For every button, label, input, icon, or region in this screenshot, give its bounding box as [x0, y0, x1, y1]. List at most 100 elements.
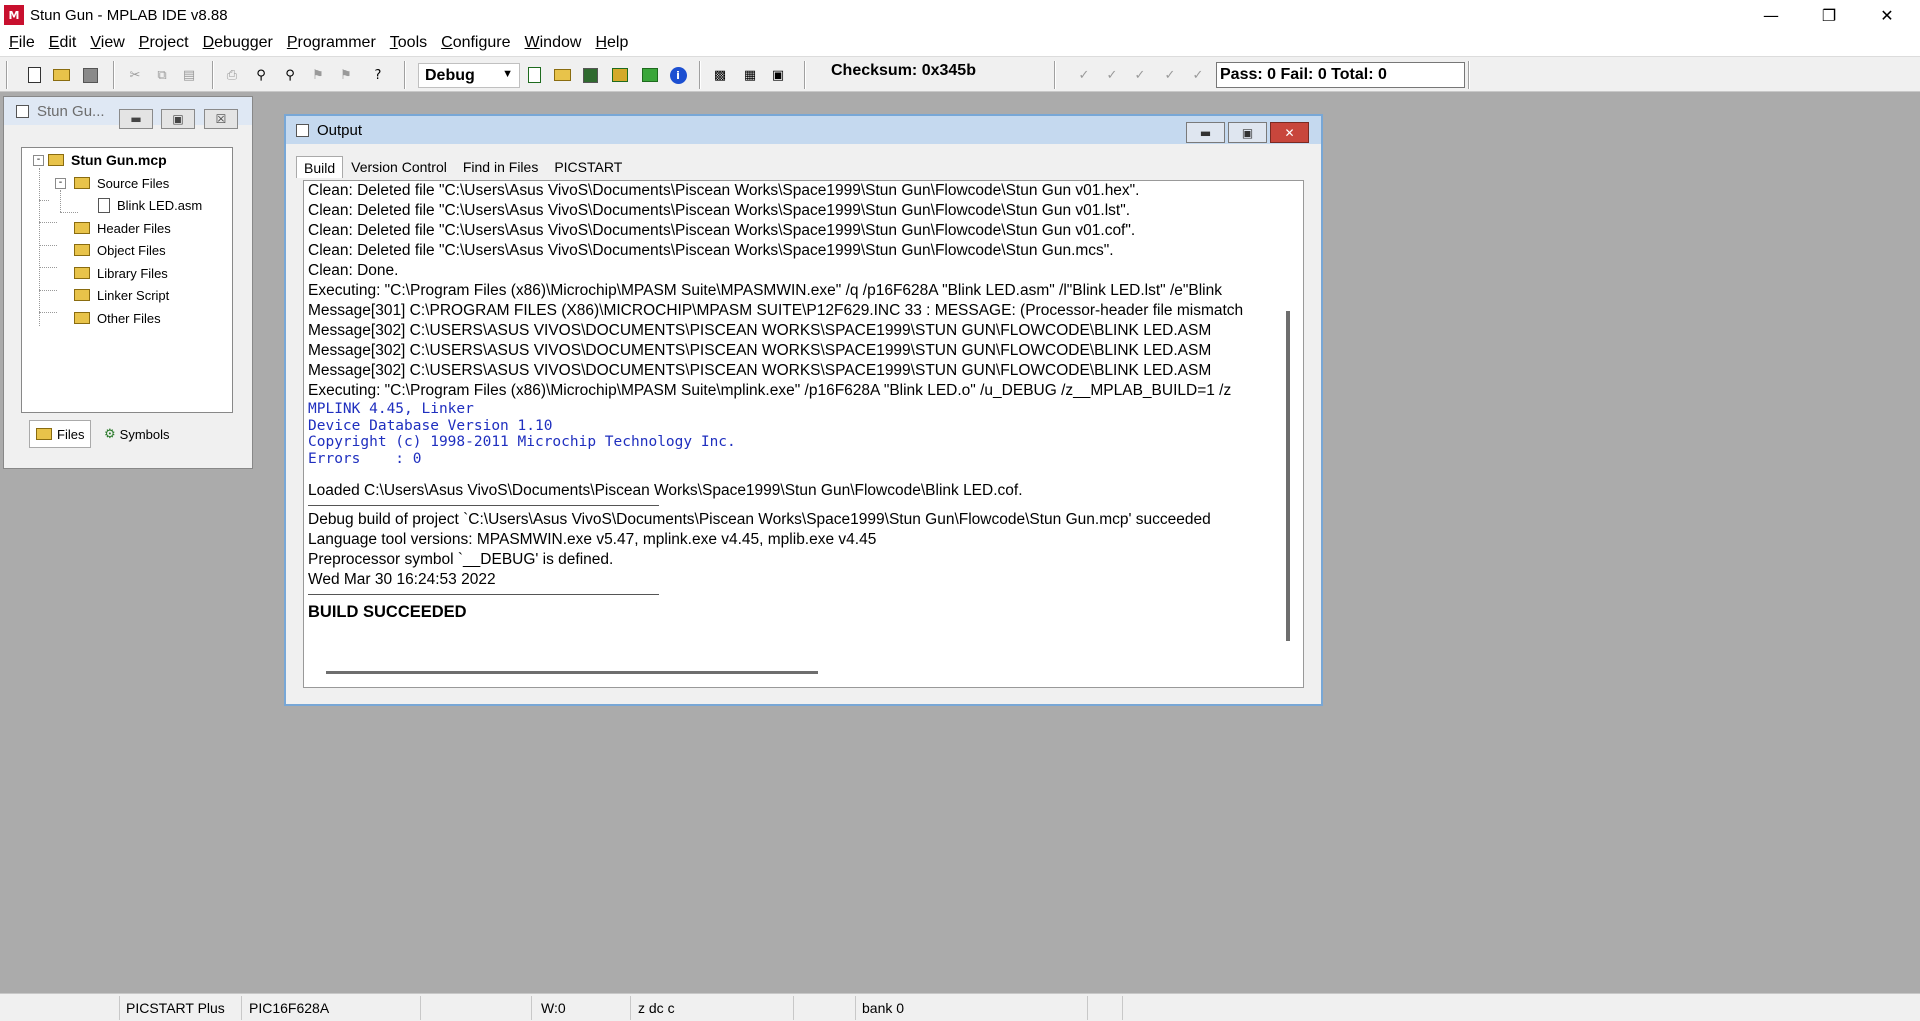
read-device-icon[interactable]: ✓ — [1102, 65, 1122, 85]
build-output-pane[interactable]: Clean: Deleted file "C:\Users\Asus VivoS… — [303, 180, 1304, 688]
info-icon[interactable]: i — [668, 65, 688, 85]
copy-icon[interactable]: ⧉ — [152, 65, 172, 85]
output-maximize-button[interactable]: ▣ — [1228, 122, 1267, 143]
tree-label: Header Files — [97, 220, 171, 236]
open-folder-icon[interactable] — [51, 65, 71, 85]
tree-label: Stun Gun.mcp — [71, 152, 167, 168]
find-icon[interactable]: ⚲ — [251, 65, 271, 85]
tree-linker-script[interactable]: Linker Script — [74, 285, 169, 305]
tab-version-control[interactable]: Version Control — [343, 156, 455, 178]
tab-files[interactable]: Files — [29, 420, 92, 448]
bookmark-next-icon[interactable]: ⚑ — [336, 65, 356, 85]
menu-edit[interactable]: Edit — [42, 34, 84, 52]
restore-icon[interactable]: ❐ — [1800, 0, 1858, 30]
output-line: Language tool versions: MPASMWIN.exe v5.… — [308, 531, 877, 548]
build-config-value: Debug — [425, 66, 475, 84]
project-close-button[interactable]: ☒ — [204, 109, 238, 129]
tree-label: Linker Script — [97, 287, 170, 303]
menu-tools[interactable]: Tools — [383, 34, 434, 52]
menu-debugger[interactable]: Debugger — [196, 34, 280, 52]
tree-guide-line — [60, 190, 61, 212]
tab-symbols[interactable]: ⚙ Symbols — [98, 420, 176, 448]
close-icon[interactable]: ✕ — [1858, 0, 1916, 30]
save-icon[interactable] — [80, 65, 100, 85]
build-output-text: Clean: Deleted file "C:\Users\Asus VivoS… — [308, 181, 1284, 673]
bookmark-icon[interactable]: ⚑ — [308, 65, 328, 85]
tree-guide-line — [39, 245, 57, 246]
rebuild-icon[interactable] — [640, 65, 660, 85]
status-programmer: PICSTART Plus — [126, 1000, 225, 1016]
output-close-button[interactable]: ✕ — [1270, 122, 1309, 143]
paste-icon[interactable]: ▤ — [179, 65, 199, 85]
erase-device-icon[interactable]: ✓ — [1188, 65, 1208, 85]
cut-icon[interactable]: ✂ — [125, 65, 145, 85]
tree-collapse-icon[interactable]: - — [55, 178, 66, 189]
view-icon[interactable]: ▣ — [768, 65, 788, 85]
output-window: Output ▬ ▣ ✕ Build Version Control Find … — [284, 114, 1323, 706]
project-maximize-button[interactable]: ▣ — [161, 109, 195, 129]
project-minimize-button[interactable]: ▬ — [119, 109, 153, 129]
linker-output-line: Device Database Version 1.10 — [308, 417, 553, 434]
tree-label: Object Files — [97, 242, 166, 258]
menu-programmer[interactable]: Programmer — [280, 34, 383, 52]
output-window-caption[interactable]: Output — [286, 116, 1321, 144]
add-file-icon[interactable] — [524, 65, 544, 85]
folder-icon — [48, 154, 64, 166]
output-line: Clean: Deleted file "C:\Users\Asus VivoS… — [308, 242, 1114, 259]
program-device-icon[interactable]: ✓ — [1074, 65, 1094, 85]
checksum-label: Checksum: 0x345b — [831, 62, 976, 79]
menu-project[interactable]: Project — [132, 34, 196, 52]
tree-project-root[interactable]: Stun Gun.mcp — [48, 150, 167, 170]
vertical-scrollbar[interactable] — [1286, 311, 1290, 641]
output-line: Message[302] C:\USERS\ASUS VIVOS\DOCUMEN… — [308, 362, 1212, 379]
tree-collapse-icon[interactable]: - — [33, 155, 44, 166]
help-icon[interactable]: ? — [368, 65, 388, 85]
status-divider — [119, 996, 120, 1020]
programmer-icon[interactable]: ▩ — [710, 65, 730, 85]
menu-view[interactable]: View — [83, 34, 131, 52]
project-tree: - Stun Gun.mcp - Source Files Blink LED.… — [21, 147, 233, 413]
folder-icon — [74, 222, 90, 234]
tree-header-files[interactable]: Header Files — [74, 218, 171, 238]
tree-guide-line — [39, 168, 40, 326]
save-project-icon[interactable] — [580, 65, 600, 85]
tree-object-files[interactable]: Object Files — [74, 240, 166, 260]
print-icon[interactable]: ⎙ — [222, 65, 242, 85]
folder-icon — [36, 428, 52, 440]
tab-build[interactable]: Build — [296, 156, 344, 178]
find-in-files-icon[interactable]: ⚲ — [280, 65, 300, 85]
divider — [308, 505, 659, 507]
tree-source-file-blink-led[interactable]: Blink LED.asm — [98, 195, 202, 215]
menu-help[interactable]: Help — [588, 34, 635, 52]
tab-find-in-files[interactable]: Find in Files — [455, 156, 546, 178]
title-bar: M Stun Gun - MPLAB IDE v8.88 — ❐ ✕ — [0, 0, 1920, 30]
tree-guide-line — [39, 200, 49, 201]
output-line: Clean: Deleted file "C:\Users\Asus VivoS… — [308, 222, 1136, 239]
menu-bar: File Edit View Project Debugger Programm… — [0, 30, 1920, 56]
minimize-icon[interactable]: — — [1742, 0, 1800, 30]
menu-file[interactable]: File — [2, 34, 42, 52]
tree-other-files[interactable]: Other Files — [74, 308, 161, 328]
menu-window[interactable]: Window — [518, 34, 589, 52]
horizontal-scrollbar[interactable] — [326, 671, 818, 674]
settings-icon[interactable]: ▦ — [740, 65, 760, 85]
build-config-select[interactable]: Debug ▼ — [418, 63, 520, 88]
status-divider — [1122, 996, 1123, 1020]
output-minimize-button[interactable]: ▬ — [1186, 122, 1225, 143]
toolbar-separator — [404, 61, 406, 89]
tab-picstart[interactable]: PICSTART — [546, 156, 630, 178]
open-project-icon[interactable] — [552, 65, 572, 85]
build-icon[interactable] — [610, 65, 630, 85]
blank-check-icon[interactable]: ✓ — [1160, 65, 1180, 85]
tree-library-files[interactable]: Library Files — [74, 263, 168, 283]
verify-device-icon[interactable]: ✓ — [1130, 65, 1150, 85]
tree-label: Source Files — [97, 175, 170, 191]
output-line: Message[302] C:\USERS\ASUS VIVOS\DOCUMEN… — [308, 342, 1212, 359]
new-file-icon[interactable] — [24, 65, 44, 85]
mplab-app-icon[interactable]: M — [4, 5, 24, 25]
toolbar-separator — [699, 61, 701, 89]
output-line: Debug build of project `C:\Users\Asus Vi… — [308, 511, 1211, 528]
menu-configure[interactable]: Configure — [434, 34, 517, 52]
tree-source-files[interactable]: Source Files — [74, 173, 169, 193]
folder-icon — [74, 312, 90, 324]
